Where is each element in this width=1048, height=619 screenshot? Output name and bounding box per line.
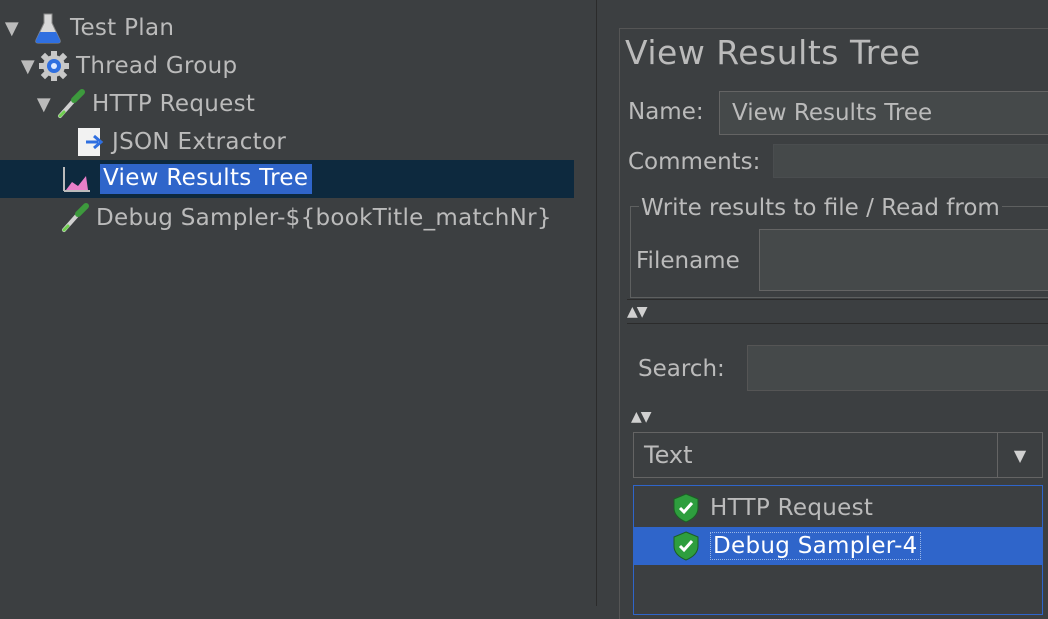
filename-label: Filename [636,248,740,274]
renderer-selected-value: Text [644,441,693,469]
json-extractor-icon [74,126,106,158]
name-field[interactable] [719,91,1048,135]
tree-item-label: View Results Tree [100,164,313,194]
collapse-expand-arrows-icon[interactable]: ▲▼ [627,304,648,320]
tree-item-label: Test Plan [70,15,175,41]
result-item-http-request[interactable]: HTTP Request [634,489,1042,527]
comments-label: Comments: [628,149,761,175]
result-item-debug-sampler-4[interactable]: Debug Sampler-4 [634,527,1042,565]
tree-item-thread-group[interactable]: ▼ Thread Group [18,47,237,85]
separator [627,299,1048,300]
search-input[interactable] [747,345,1048,391]
comments-field[interactable] [773,144,1048,178]
page-title: View Results Tree [625,33,921,72]
tree-item-label: JSON Extractor [112,129,287,155]
result-label: Debug Sampler-4 [710,532,921,560]
expand-toggle-icon[interactable]: ▼ [34,94,54,115]
expand-toggle-icon[interactable]: ▼ [2,18,22,39]
tree-item-label: HTTP Request [92,91,256,117]
tree-item-view-results-tree[interactable]: View Results Tree [0,160,574,198]
test-plan-tree: ▼ Test Plan ▼ Thread Group ▼ HTTP Reques… [0,0,579,606]
chevron-down-icon[interactable]: ▼ [997,433,1042,477]
name-label: Name: [628,99,704,125]
result-label: HTTP Request [710,495,874,521]
flask-icon [32,12,64,44]
pipette-icon [54,88,86,120]
separator [627,323,1048,324]
search-label: Search: [638,356,725,382]
tree-item-http-request[interactable]: ▼ HTTP Request [34,85,255,123]
filename-field[interactable] [759,229,1048,291]
write-results-label: Write results to file / Read from [639,195,1002,221]
tree-item-label: Thread Group [76,53,238,79]
success-shield-icon [670,492,702,524]
collapse-expand-arrows-icon[interactable]: ▲▼ [631,409,652,425]
view-results-tree-panel: View Results Tree Name: Comments: Write … [597,0,1048,619]
gear-icon [38,50,70,82]
pipette-icon [58,202,90,234]
split-pane-divider[interactable] [578,0,597,606]
expand-toggle-icon[interactable]: ▼ [18,56,38,77]
success-shield-icon [670,530,702,562]
tree-item-debug-sampler[interactable]: Debug Sampler-${bookTitle_matchNr} [58,199,552,237]
tree-item-test-plan[interactable]: ▼ Test Plan [2,9,174,47]
tree-item-json-extractor[interactable]: JSON Extractor [74,123,286,161]
results-tree-icon [60,163,92,195]
renderer-select[interactable]: Text ▼ [633,432,1043,478]
results-tree-list[interactable]: HTTP Request Debug Sampler-4 [633,485,1043,615]
tree-item-label: Debug Sampler-${bookTitle_matchNr} [96,205,552,231]
